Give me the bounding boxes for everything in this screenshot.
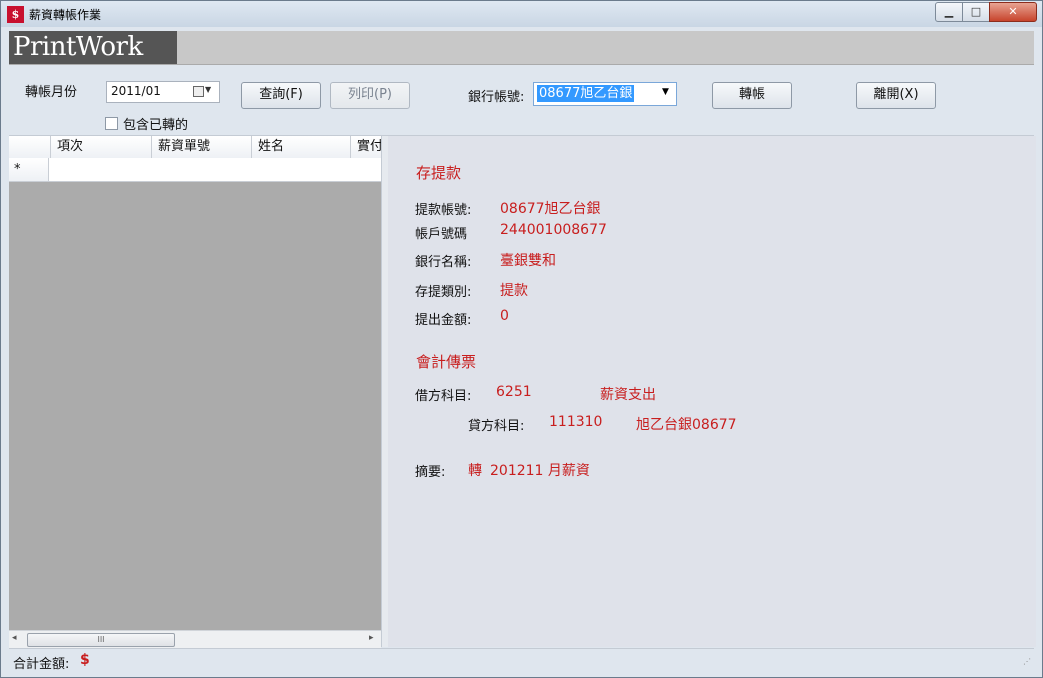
bank-account-select[interactable]: 08677旭乙台銀 ▼ [533, 82, 677, 106]
print-button[interactable]: 列印(P) [330, 82, 410, 109]
app-icon: $ [7, 6, 24, 23]
calendar-icon[interactable] [193, 86, 204, 97]
credit-label: 貸方科目: [468, 419, 525, 434]
credit-name: 旭乙台銀08677 [636, 417, 737, 433]
transfer-button[interactable]: 轉帳 [712, 82, 792, 109]
column-payslip-no[interactable]: 薪資單號 [151, 136, 251, 158]
scroll-left-icon[interactable]: ◂ [12, 633, 17, 643]
debit-name: 薪資支出 [600, 387, 656, 403]
scroll-right-icon[interactable]: ▸ [369, 633, 374, 643]
table-row[interactable]: * [9, 158, 381, 182]
type-value: 提款 [500, 283, 528, 299]
toolbar: 轉帳月份 2011/01 ▼ 查詢(F) 列印(P) 包含已轉的 銀行帳號: 0… [9, 65, 1034, 136]
deposit-section-title: 存提款 [416, 164, 462, 182]
amount-label: 提出金額: [415, 313, 472, 328]
summary-label: 摘要: [415, 465, 446, 480]
new-row-marker: * [9, 158, 49, 181]
column-name[interactable]: 姓名 [251, 136, 350, 158]
main-window: $ 薪資轉帳作業 ▁ □ ✕ PrintWork 轉帳月份 2011/01 ▼ … [0, 0, 1043, 678]
debit-code: 6251 [496, 384, 532, 400]
month-value: 2011/01 [111, 84, 161, 98]
account-no-label: 帳戶號碼 [415, 227, 468, 242]
include-transferred-label: 包含已轉的 [123, 118, 189, 133]
query-button[interactable]: 查詢(F) [241, 82, 321, 109]
horizontal-scrollbar[interactable]: ◂ III ▸ [9, 630, 381, 648]
total-amount-symbol: $ [80, 652, 90, 668]
window-title: 薪資轉帳作業 [29, 8, 102, 22]
withdraw-account-value: 08677旭乙台銀 [500, 201, 601, 217]
summary-prefix: 轉 [468, 463, 482, 479]
detail-panel: 存提款 提款帳號: 08677旭乙台銀 帳戶號碼 244001008677 銀行… [388, 136, 1036, 647]
payroll-grid[interactable]: 項次 薪資單號 姓名 實付 * [9, 136, 381, 630]
month-label: 轉帳月份 [25, 85, 78, 100]
scroll-thumb[interactable]: III [27, 633, 175, 647]
column-item-no[interactable]: 項次 [50, 136, 151, 158]
bank-account-value: 08677旭乙台銀 [537, 85, 635, 102]
credit-code: 111310 [549, 414, 603, 430]
withdraw-account-label: 提款帳號: [415, 203, 472, 218]
printwork-logo: PrintWork [9, 31, 177, 64]
voucher-section-title: 會計傳票 [416, 353, 477, 371]
maximize-button[interactable]: □ [962, 2, 990, 22]
chevron-down-icon[interactable]: ▼ [662, 87, 669, 97]
minimize-button[interactable]: ▁ [935, 2, 963, 22]
include-transferred-checkbox[interactable] [105, 117, 118, 130]
status-bar: 合計金額: $ ⋰ [9, 648, 1034, 672]
month-date-picker[interactable]: 2011/01 ▼ [106, 81, 220, 103]
resize-grip-icon[interactable]: ⋰ [1023, 657, 1033, 667]
grid-header: 項次 薪資單號 姓名 實付 [9, 136, 381, 159]
total-amount-label: 合計金額: [13, 657, 70, 672]
type-label: 存提類別: [415, 285, 472, 300]
exit-button[interactable]: 離開(X) [856, 82, 936, 109]
bank-name-label: 銀行名稱: [415, 255, 472, 270]
account-no-value: 244001008677 [500, 222, 607, 238]
column-net-pay[interactable]: 實付 [350, 136, 381, 158]
close-button[interactable]: ✕ [989, 2, 1037, 22]
bank-name-value: 臺銀雙和 [500, 253, 556, 269]
chevron-down-icon[interactable]: ▼ [205, 85, 211, 94]
row-header-corner [9, 136, 50, 158]
debit-label: 借方科目: [415, 389, 472, 404]
banner: PrintWork [9, 31, 1034, 65]
summary-value: 201211 月薪資 [490, 463, 590, 479]
bank-account-label: 銀行帳號: [468, 90, 525, 105]
title-bar[interactable]: $ 薪資轉帳作業 ▁ □ ✕ [1, 1, 1042, 27]
amount-value: 0 [500, 308, 509, 324]
